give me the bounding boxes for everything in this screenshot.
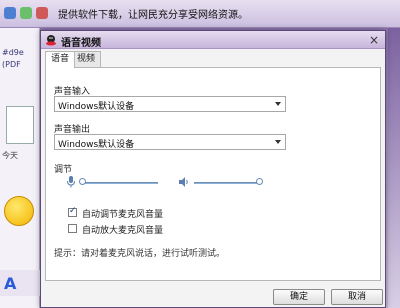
voice-settings-panel: 声音输入 Windows默认设备 声音输出 Windows默认设备 调节 自动调… [45,67,381,281]
output-device-value: Windows默认设备 [58,140,135,150]
auto-amplify-checkbox[interactable] [68,224,77,233]
hint-text: 提示：请对着麦克风说话，进行试听测试。 [54,249,226,259]
history-item-today: 今天 [2,151,18,160]
cancel-button[interactable]: 取消 [331,289,383,305]
app-logo-icon [46,35,56,46]
tab-video[interactable]: 视频 [71,51,102,67]
chat-history-pane: #d9e (PDF 今天 A [0,28,40,308]
voice-video-dialog: 语音视频 × 语音 视频 声音输入 Windows默认设备 声音输出 Windo… [40,30,386,308]
dialog-titlebar[interactable]: 语音视频 × [41,31,385,49]
toolbar-video-icon[interactable] [36,7,48,19]
adjust-label: 调节 [54,165,73,175]
close-button[interactable]: × [367,33,381,47]
input-device-select[interactable]: Windows默认设备 [54,96,286,112]
auto-adjust-label[interactable]: 自动调节麦克风音量 [82,207,163,220]
chevron-down-icon [275,102,281,106]
auto-adjust-checkbox[interactable] [68,206,77,217]
background-toolbar: 提供软件下载，让网民充分享受网络资源。 [0,0,400,28]
history-item-hashtag[interactable]: #d9e [2,48,24,57]
tab-voice[interactable]: 语音 [45,51,76,68]
speaker-icon [179,177,188,187]
font-format-icon[interactable]: A [4,274,16,293]
input-device-value: Windows默认设备 [58,102,135,112]
dialog-footer: 确定 取消 [41,285,385,307]
microphone-icon [67,176,75,188]
file-thumbnail[interactable] [6,106,34,144]
dialog-title: 语音视频 [61,38,101,49]
chevron-down-icon [275,140,281,144]
window-edge [388,28,400,308]
mic-volume-track[interactable] [82,182,158,184]
speaker-volume-knob[interactable] [256,178,263,185]
auto-amplify-label[interactable]: 自动放大麦克风音量 [82,223,163,236]
speaker-volume-track[interactable] [194,182,260,184]
marquee-text: 提供软件下载，让网民充分享受网络资源。 [58,10,248,21]
mic-volume-knob[interactable] [79,178,86,185]
toolbar-app-icon[interactable] [4,7,16,19]
smiley-emoji-icon [4,196,34,226]
toolbar-feature-icon[interactable] [20,7,32,19]
history-item-pdf[interactable]: (PDF [2,60,21,69]
ok-button[interactable]: 确定 [273,289,325,305]
output-device-select[interactable]: Windows默认设备 [54,134,286,150]
